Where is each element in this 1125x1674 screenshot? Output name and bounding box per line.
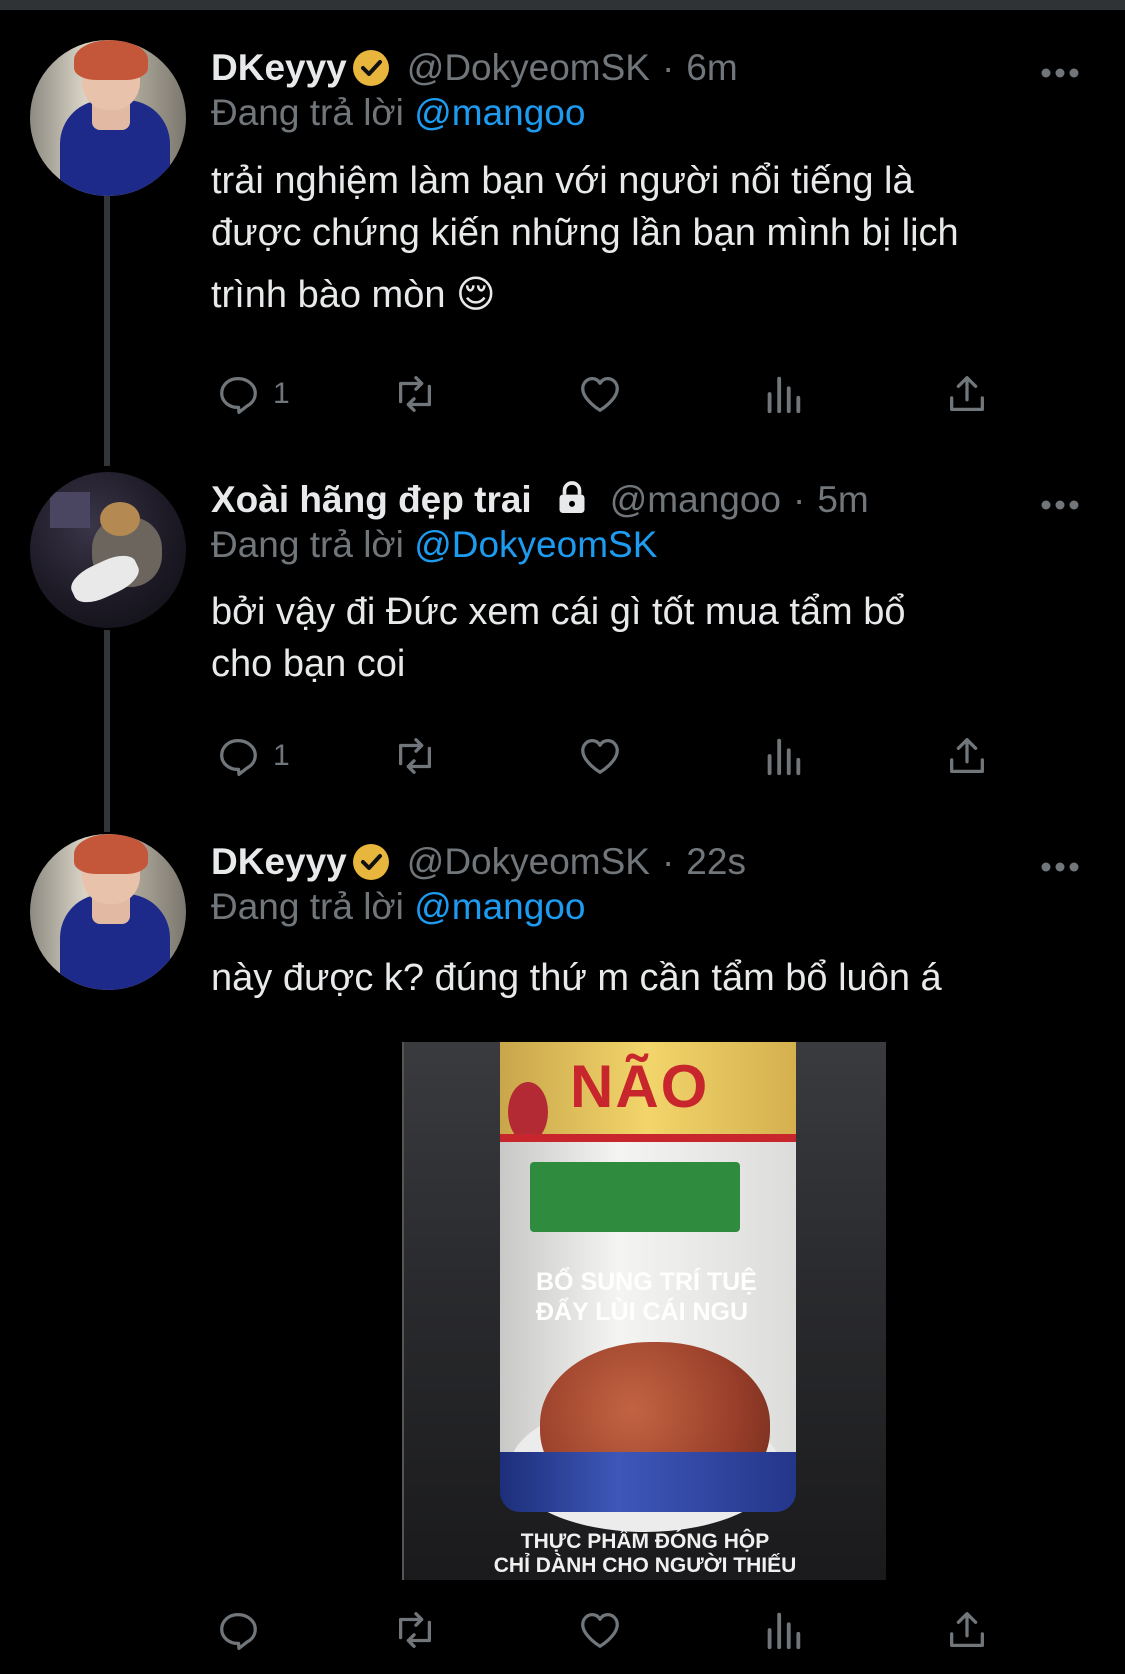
views-button[interactable] <box>763 369 803 419</box>
action-bar <box>211 1605 1011 1655</box>
retweet-icon <box>398 738 432 774</box>
reply-icon <box>220 1613 257 1651</box>
mention-link[interactable]: @mangoo <box>414 92 585 133</box>
tweet-text-line: được chứng kiến những lần bạn mình bị lị… <box>211 212 959 254</box>
replying-prefix: Đang trả lời <box>211 524 404 565</box>
action-bar: 1 <box>211 369 1011 419</box>
like-button[interactable] <box>576 369 624 419</box>
replying-prefix: Đang trả lời <box>211 886 404 927</box>
timestamp[interactable]: 5m <box>817 479 868 521</box>
attached-image[interactable]: NÃO BỔ SUNG TRÍ TUỆ ĐẨY LÙI CÁI NGU THỰC… <box>402 1042 886 1580</box>
replying-to: Đang trả lời @mangoo <box>211 92 585 134</box>
lock-icon <box>552 478 592 523</box>
retweet-button[interactable] <box>391 369 439 419</box>
views-button[interactable] <box>763 1605 803 1655</box>
reply-button[interactable]: 1 <box>215 369 290 419</box>
retweet-button[interactable] <box>391 1605 439 1655</box>
tweet-text-line: trình bào mòn 😌 <box>211 274 496 316</box>
product-tagline: BỔ SUNG TRÍ TUỆ <box>536 1268 757 1296</box>
timestamp[interactable]: 22s <box>686 841 746 883</box>
display-name[interactable]: DKeyyy <box>211 47 347 89</box>
share-icon <box>950 738 984 773</box>
separator-dot: · <box>661 841 675 882</box>
reply-count: 1 <box>273 377 290 410</box>
display-name[interactable]: DKeyyy <box>211 841 347 883</box>
heart-icon <box>581 377 619 412</box>
like-button[interactable] <box>576 731 624 781</box>
more-dots-icon[interactable] <box>1040 490 1080 512</box>
tweet-text: bởi vậy đi Đức xem cái gì tốt mua tẩm bổ… <box>211 586 1091 690</box>
product-tagline: ĐẨY LÙI CÁI NGU <box>536 1298 749 1326</box>
views-icon <box>767 376 801 414</box>
avatar[interactable] <box>30 40 186 196</box>
like-button[interactable] <box>576 1605 624 1655</box>
replying-to: Đang trả lời @mangoo <box>211 886 585 928</box>
tweet-text: này được k? đúng thứ m cần tẩm bổ luôn á <box>211 952 1091 1004</box>
tweet[interactable]: DKeyyy @DokyeomSK · 6m Đang trả lời @man… <box>0 40 1125 440</box>
share-button[interactable] <box>944 1605 990 1655</box>
tweet[interactable]: Xoài hãng đẹp trai @mangoo · 5m Đang trả… <box>0 472 1125 802</box>
heart-icon <box>581 1613 619 1648</box>
product-title: NÃO <box>570 1053 710 1120</box>
tweet-text-line: trải nghiệm làm bạn với người nổi tiếng … <box>211 160 914 202</box>
avatar[interactable] <box>30 834 186 990</box>
top-divider <box>0 0 1125 10</box>
verified-badge-icon <box>352 844 389 880</box>
more-dots-icon[interactable] <box>1040 58 1080 80</box>
avatar[interactable] <box>30 472 186 628</box>
share-icon <box>950 1612 984 1647</box>
mention-link[interactable]: @mangoo <box>414 886 585 927</box>
tweet-text: trải nghiệm làm bạn với người nổi tiếng … <box>211 155 1091 321</box>
canned-product-image: NÃO BỔ SUNG TRÍ TUỆ ĐẨY LÙI CÁI NGU <box>500 1042 796 1532</box>
share-button[interactable] <box>944 731 990 781</box>
brand-logo <box>508 1082 548 1142</box>
share-icon <box>950 376 984 411</box>
mention-link[interactable]: @DokyeomSK <box>414 524 657 565</box>
image-caption: CHỈ DÀNH CHO NGƯỜI THIẾU <box>493 1554 797 1577</box>
reply-icon <box>220 377 257 415</box>
user-handle[interactable]: @DokyeomSK <box>407 841 650 883</box>
separator-dot: · <box>661 47 675 88</box>
display-name[interactable]: Xoài hãng đẹp trai <box>211 479 532 521</box>
tweet-text-line: bởi vậy đi Đức xem cái gì tốt mua tẩm bổ <box>211 591 906 633</box>
reply-count: 1 <box>273 739 290 772</box>
tweet-header: Xoài hãng đẹp trai @mangoo · 5m <box>211 476 869 524</box>
verified-badge-icon <box>352 50 389 86</box>
action-bar: 1 <box>211 731 1011 781</box>
share-button[interactable] <box>944 369 990 419</box>
reply-icon <box>220 739 257 777</box>
tweet[interactable]: DKeyyy @DokyeomSK · 22s Đang trả lời @ma… <box>0 834 1125 1674</box>
more-dots-icon[interactable] <box>1040 852 1080 874</box>
retweet-icon <box>398 376 432 412</box>
image-caption: THỰC PHẨM ĐÓNG HỘP <box>520 1530 770 1553</box>
tweet-header: DKeyyy @DokyeomSK · 22s <box>211 838 746 886</box>
views-icon <box>767 1612 801 1650</box>
retweet-button[interactable] <box>391 731 439 781</box>
timestamp[interactable]: 6m <box>686 47 737 89</box>
tweet-text-line: cho bạn coi <box>211 643 406 685</box>
user-handle[interactable]: @mangoo <box>610 479 781 521</box>
separator-dot: · <box>793 479 806 520</box>
tweet-header: DKeyyy @DokyeomSK · 6m <box>211 44 738 92</box>
retweet-icon <box>398 1612 432 1648</box>
tweet-text-line: này được k? đúng thứ m cần tẩm bổ luôn á <box>211 957 942 999</box>
views-icon <box>767 738 801 776</box>
replying-to: Đang trả lời @DokyeomSK <box>211 524 657 566</box>
heart-icon <box>581 739 619 774</box>
reply-button[interactable]: 1 <box>215 731 290 781</box>
views-button[interactable] <box>763 731 803 781</box>
user-handle[interactable]: @DokyeomSK <box>407 47 650 89</box>
reply-button[interactable] <box>215 1605 273 1655</box>
replying-prefix: Đang trả lời <box>211 92 404 133</box>
